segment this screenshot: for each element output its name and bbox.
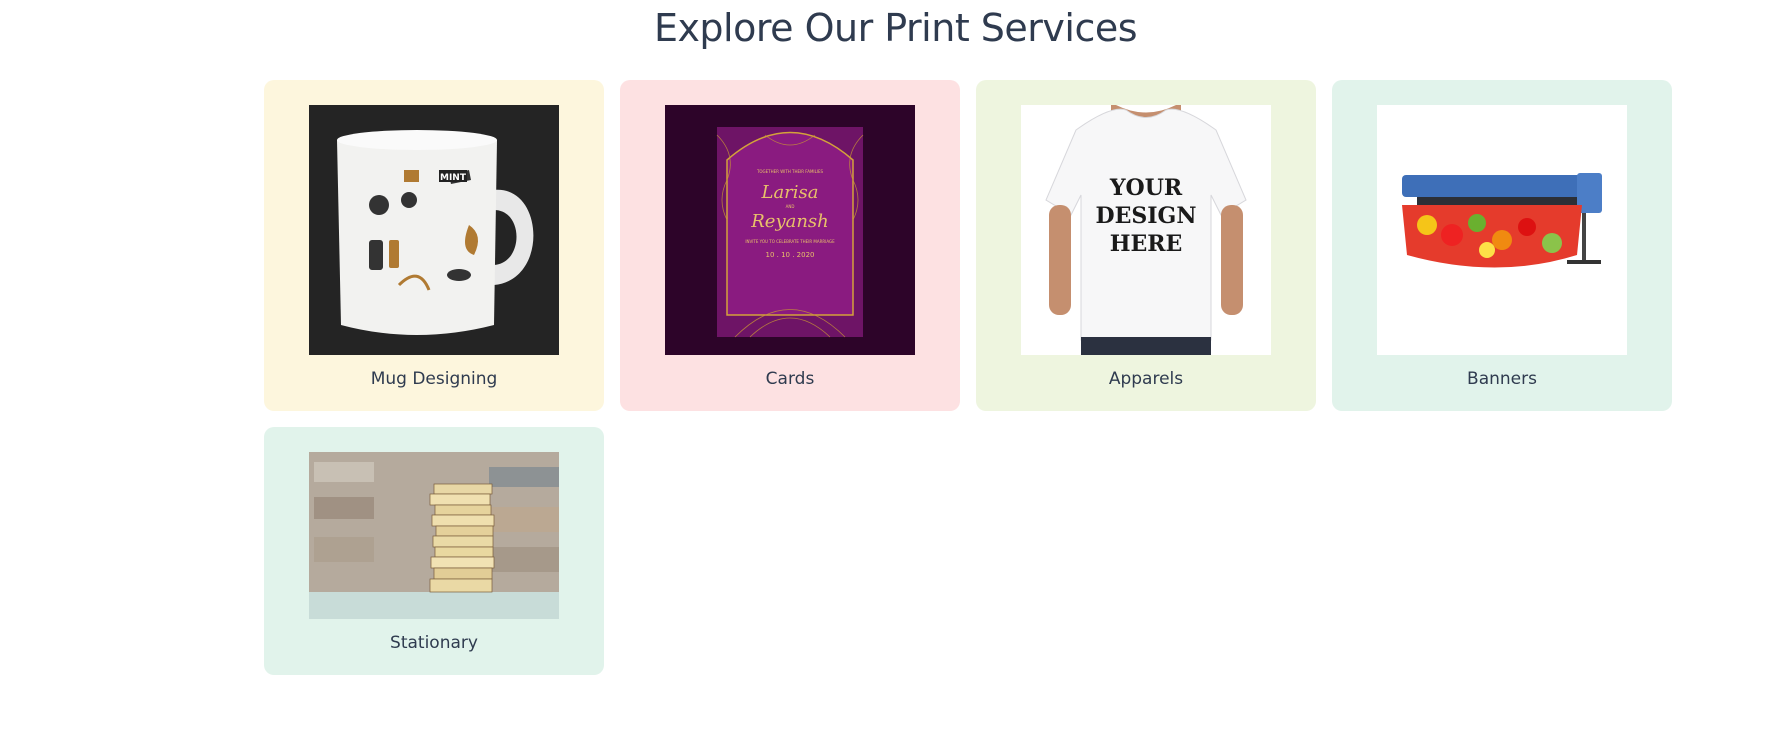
svg-text:DESIGN: DESIGN [1096, 203, 1197, 229]
page-title: Explore Our Print Services [653, 6, 1138, 50]
service-label: Banners [1467, 369, 1537, 389]
svg-text:Reyansh: Reyansh [750, 211, 829, 232]
mug-image: MINT [309, 105, 559, 355]
books-stack-image [309, 452, 559, 619]
service-card-banners[interactable]: Banners [1332, 80, 1672, 411]
invitation-card-image: TOGETHER WITH THEIR FAMILIES Larisa AND … [665, 105, 915, 355]
banner-printer-image [1377, 105, 1627, 355]
service-card-mug-designing[interactable]: MINT Mug Designing [264, 80, 604, 411]
tshirt-image: YOUR DESIGN HERE [1021, 105, 1271, 355]
svg-text:TOGETHER WITH THEIR FAMILIES: TOGETHER WITH THEIR FAMILIES [756, 169, 824, 174]
service-label: Apparels [1108, 369, 1184, 389]
svg-text:HERE: HERE [1110, 231, 1183, 257]
svg-text:AND: AND [786, 204, 795, 209]
service-label: Cards [765, 369, 815, 389]
svg-text:YOUR: YOUR [1109, 175, 1183, 201]
services-grid: MINT Mug Designing TOGETHER WITH THEIR F… [264, 80, 1672, 675]
service-card-stationary[interactable]: Stationary [264, 427, 604, 675]
service-label: Mug Designing [370, 369, 498, 389]
svg-text:Larisa: Larisa [760, 182, 818, 203]
svg-text:INVITE YOU TO CELEBRATE THEIR: INVITE YOU TO CELEBRATE THEIR MARRIAGE [745, 239, 835, 244]
service-label: Stationary [390, 633, 478, 653]
svg-text:10 . 10 . 2020: 10 . 10 . 2020 [766, 251, 815, 259]
svg-text:MINT: MINT [440, 173, 467, 183]
service-card-cards[interactable]: TOGETHER WITH THEIR FAMILIES Larisa AND … [620, 80, 960, 411]
service-card-apparels[interactable]: YOUR DESIGN HERE Apparels [976, 80, 1316, 411]
